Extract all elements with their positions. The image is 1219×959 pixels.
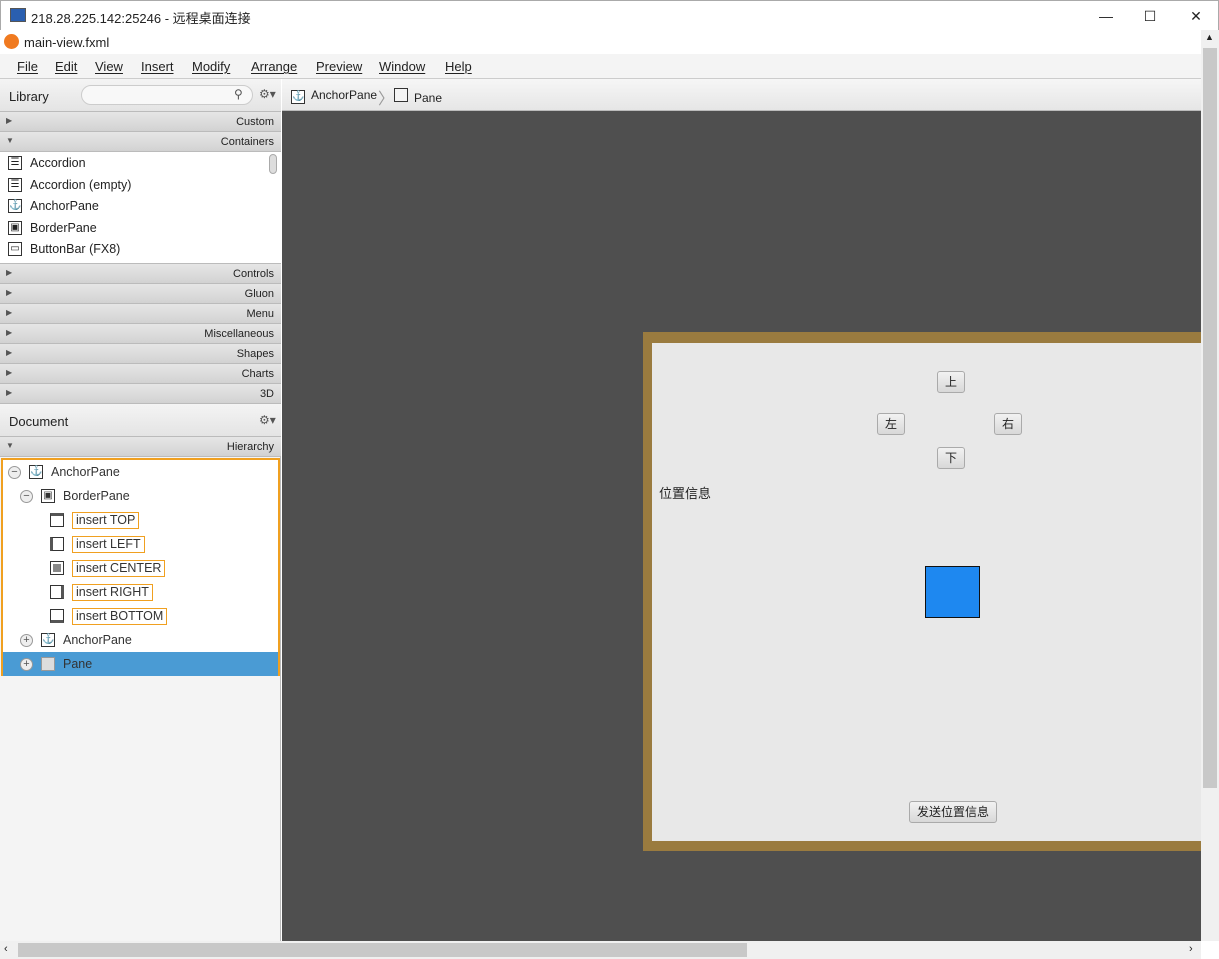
menu-view[interactable]: View <box>95 59 123 74</box>
anchor-icon: ⚓ <box>8 199 22 213</box>
left-panel: Library ⚲ ⚙▾ ▶ Custom ▼ Containers ☰ Accord… <box>0 79 281 941</box>
list-scrollbar[interactable] <box>269 154 277 174</box>
menubar: File Edit View Insert Modify Arrange Pre… <box>0 54 1201 79</box>
tree-item-anchorpane[interactable]: − ⚓ AnchorPane <box>8 460 120 484</box>
gear-icon[interactable]: ⚙▾ <box>259 87 276 101</box>
section-gluon[interactable]: ▶ Gluon <box>0 284 281 304</box>
borderpane-icon: ▣ <box>8 221 22 235</box>
menu-window[interactable]: Window <box>379 59 425 74</box>
borderpane-right-icon <box>50 585 64 599</box>
menu-arrange[interactable]: Arrange <box>251 59 297 74</box>
library-item-anchorpane[interactable]: ⚓ AnchorPane <box>8 196 99 216</box>
breadcrumb-anchorpane[interactable]: ⚓ AnchorPane <box>291 88 377 104</box>
section-custom[interactable]: ▶ Custom <box>0 112 281 132</box>
scroll-right-icon: › <box>1189 943 1193 955</box>
design-pane[interactable]: 上 左 右 下 位置信息 发送位置信息 <box>652 343 1201 841</box>
section-hierarchy[interactable]: ▼ Hierarchy <box>0 437 281 457</box>
up-button[interactable]: 上 <box>937 371 965 393</box>
maximize-button[interactable]: ☐ <box>1139 5 1161 27</box>
scroll-up-icon: ▲ <box>1205 32 1214 42</box>
menu-edit[interactable]: Edit <box>55 59 77 74</box>
document-title: Document <box>9 414 69 429</box>
library-item-accordion[interactable]: ☰ Accordion <box>8 153 86 173</box>
pane-icon <box>394 88 408 102</box>
remote-desktop-icon <box>10 8 26 22</box>
menu-help[interactable]: Help <box>445 59 472 74</box>
document-header: Document ⚙▾ <box>0 404 281 437</box>
minimize-button[interactable]: — <box>1095 5 1117 27</box>
buttonbar-icon: ▭ <box>8 242 22 256</box>
scroll-left-icon: ‹ <box>4 943 8 955</box>
tree-item-insert-left[interactable]: insert LEFT <box>50 532 145 556</box>
menu-modify[interactable]: Modify <box>192 59 230 74</box>
app-titlebar: main-view.fxml <box>0 30 1201 54</box>
tree-item-borderpane[interactable]: − ▣ BorderPane <box>20 484 130 508</box>
library-item-borderpane[interactable]: ▣ BorderPane <box>8 218 97 238</box>
vertical-scroll-thumb[interactable] <box>1203 48 1217 788</box>
section-charts[interactable]: ▶ Charts <box>0 364 281 384</box>
menu-insert[interactable]: Insert <box>141 59 174 74</box>
horizontal-scroll-thumb[interactable] <box>18 943 747 957</box>
tree-item-insert-center[interactable]: insert CENTER <box>50 556 166 580</box>
blue-square[interactable] <box>925 566 980 618</box>
borderpane-top-icon <box>50 513 64 527</box>
borderpane-left-icon <box>50 537 64 551</box>
accordion-icon: ☰ <box>8 156 22 170</box>
right-button[interactable]: 右 <box>994 413 1022 435</box>
breadcrumb-pane[interactable]: Pane <box>394 88 442 105</box>
section-3d[interactable]: ▶ 3D <box>0 384 281 404</box>
tree-item-pane-selected[interactable]: + Pane <box>3 652 278 676</box>
position-label: 位置信息 <box>659 486 712 501</box>
borderpane-icon: ▣ <box>41 489 55 503</box>
borderpane-center-icon <box>50 561 64 575</box>
close-button[interactable]: ✕ <box>1185 5 1207 27</box>
window-titlebar: 218.28.225.142:25246 - 远程桌面连接 — ☐ ✕ <box>0 0 1219 30</box>
section-shapes[interactable]: ▶ Shapes <box>0 344 281 364</box>
library-item-buttonbar[interactable]: ▭ ButtonBar (FX8) <box>8 239 120 259</box>
library-search-input[interactable] <box>81 85 253 105</box>
anchor-icon: ⚓ <box>29 465 43 479</box>
library-title: Library <box>9 89 49 104</box>
containers-list: ☰ Accordion ☰ Accordion (empty) ⚓ AnchorPan… <box>0 152 281 264</box>
hierarchy-tree: − ⚓ AnchorPane − ▣ BorderPane insert TOP ins… <box>1 458 280 676</box>
section-controls[interactable]: ▶ Controls <box>0 264 281 284</box>
tree-item-insert-right[interactable]: insert RIGHT <box>50 580 153 604</box>
file-title: main-view.fxml <box>24 35 110 50</box>
section-miscellaneous[interactable]: ▶ Miscellaneous <box>0 324 281 344</box>
scene-builder-icon <box>4 34 19 49</box>
left-button[interactable]: 左 <box>877 413 905 435</box>
gear-icon[interactable]: ⚙▾ <box>259 413 276 427</box>
pane-icon <box>41 657 55 671</box>
section-menu[interactable]: ▶ Menu <box>0 304 281 324</box>
send-position-button[interactable]: 发送位置信息 <box>909 801 997 823</box>
chevron-right-icon: 〉 <box>378 91 395 108</box>
tree-item-insert-bottom[interactable]: insert BOTTOM <box>50 604 168 628</box>
design-canvas[interactable]: 上 左 右 下 位置信息 发送位置信息 <box>282 111 1213 941</box>
breadcrumb: ⚓ AnchorPane 〉 Pane <box>282 79 1201 111</box>
menu-preview[interactable]: Preview <box>316 59 362 74</box>
vertical-scrollbar[interactable]: ▲ <box>1201 30 1219 941</box>
horizontal-scrollbar[interactable]: ‹ › <box>0 941 1201 959</box>
borderpane-bottom-icon <box>50 609 64 623</box>
tree-item-anchorpane-2[interactable]: + ⚓ AnchorPane <box>20 628 132 652</box>
accordion-icon: ☰ <box>8 178 22 192</box>
down-button[interactable]: 下 <box>937 447 965 469</box>
search-icon: ⚲ <box>234 87 243 101</box>
window-title: 218.28.225.142:25246 - 远程桌面连接 <box>31 11 251 26</box>
library-header: Library ⚲ ⚙▾ <box>0 79 281 112</box>
menu-file[interactable]: File <box>17 59 38 74</box>
anchor-icon: ⚓ <box>41 633 55 647</box>
library-item-accordion-empty[interactable]: ☰ Accordion (empty) <box>8 175 131 195</box>
section-containers[interactable]: ▼ Containers <box>0 132 281 152</box>
tree-item-insert-top[interactable]: insert TOP <box>50 508 140 532</box>
anchor-icon: ⚓ <box>291 90 305 104</box>
